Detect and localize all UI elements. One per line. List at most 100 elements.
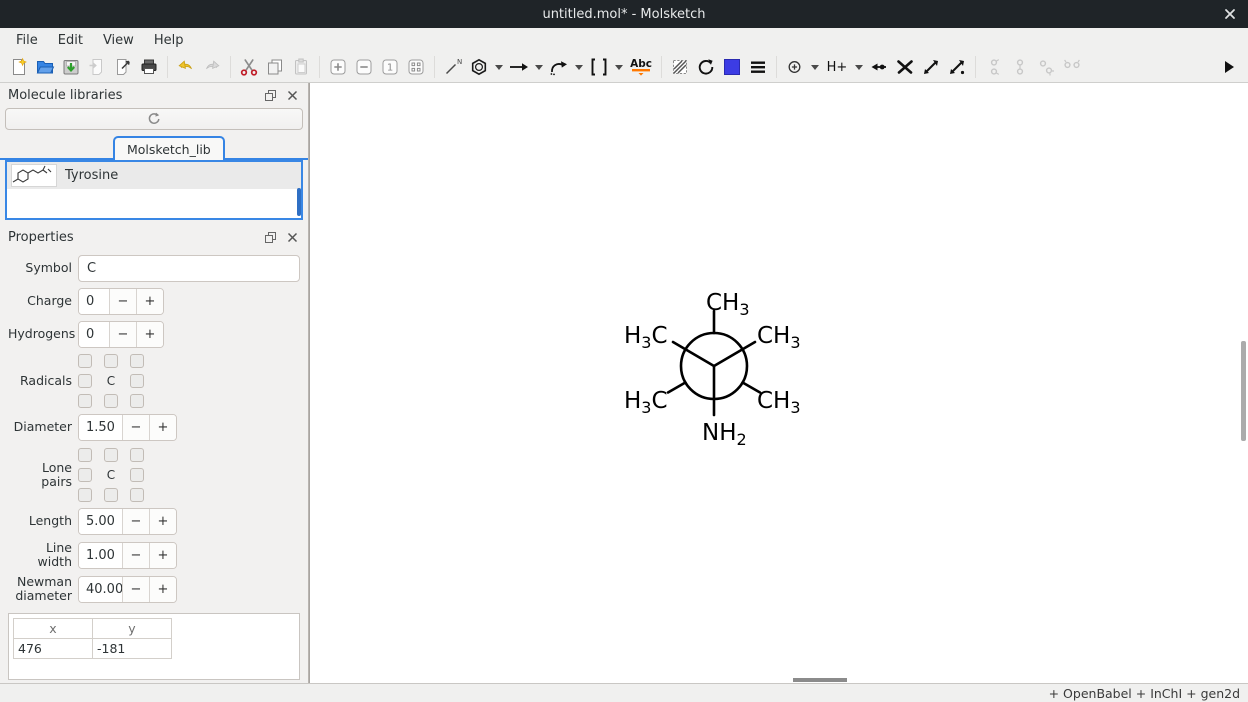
library-scrollbar[interactable] (297, 188, 301, 216)
line-width-button[interactable] (745, 54, 771, 80)
lone-pair-checkbox[interactable] (130, 448, 144, 462)
coord-cell-y[interactable]: -181 (92, 638, 172, 659)
align-horizontal-button[interactable] (1059, 54, 1085, 80)
tool-flip-a-button[interactable] (918, 54, 944, 80)
library-panel-close-button[interactable] (284, 88, 300, 102)
menu-view[interactable]: View (93, 30, 144, 51)
export-button[interactable] (110, 54, 136, 80)
insert-bracket-button[interactable] (586, 54, 612, 80)
zoom-fit-button[interactable] (403, 54, 429, 80)
charge-value[interactable]: 0 (79, 289, 109, 314)
properties-panel-float-button[interactable] (262, 230, 278, 244)
hydrogens-decrement-button[interactable]: − (109, 322, 136, 347)
hydrogen-button[interactable]: H+ (822, 54, 852, 80)
menu-edit[interactable]: Edit (48, 30, 93, 51)
zoom-original-button[interactable]: 1 (377, 54, 403, 80)
length-increment-button[interactable]: + (149, 509, 176, 534)
rotate-button[interactable] (693, 54, 719, 80)
line-width-value[interactable]: 1.00 (79, 543, 122, 568)
properties-panel-close-button[interactable] (284, 230, 300, 244)
drawing-canvas[interactable]: CH3 H3C CH3 H3C CH3 NH2 (309, 83, 1248, 683)
chevron-down-icon (615, 65, 623, 70)
coord-header-x: x (13, 618, 93, 639)
hatch-region-button[interactable] (667, 54, 693, 80)
open-file-button[interactable] (32, 54, 58, 80)
print-button[interactable] (136, 54, 162, 80)
undo-button[interactable] (173, 54, 199, 80)
align-stack-button[interactable] (1007, 54, 1033, 80)
tool-flip-b-button[interactable] (944, 54, 970, 80)
canvas-vertical-scrollbar[interactable] (1241, 341, 1246, 441)
coord-cell-x[interactable]: 476 (13, 638, 93, 659)
save-button[interactable] (58, 54, 84, 80)
length-decrement-button[interactable]: − (122, 509, 149, 534)
canvas-horizontal-scrollbar[interactable] (793, 678, 847, 682)
charge-decrement-button[interactable]: − (109, 289, 136, 314)
diameter-decrement-button[interactable]: − (122, 415, 149, 440)
lone-pair-checkbox[interactable] (104, 448, 118, 462)
ring-dropdown[interactable] (492, 54, 506, 80)
draw-bond-button[interactable]: N (440, 54, 466, 80)
charge-button[interactable] (782, 54, 808, 80)
align-diagonal-button[interactable] (1033, 54, 1059, 80)
line-width-increment-button[interactable]: + (149, 543, 176, 568)
library-panel-float-button[interactable] (262, 88, 278, 102)
charge-dropdown[interactable] (808, 54, 822, 80)
diameter-increment-button[interactable]: + (149, 415, 176, 440)
lone-pair-checkbox[interactable] (78, 488, 92, 502)
zoom-in-button[interactable] (325, 54, 351, 80)
charge-increment-button[interactable]: + (136, 289, 163, 314)
lone-pair-checkbox[interactable] (130, 488, 144, 502)
reaction-arrow-button[interactable] (506, 54, 532, 80)
radical-checkbox[interactable] (104, 354, 118, 368)
toolbar-overflow-button[interactable] (1216, 54, 1242, 80)
tab-molsketch-lib[interactable]: Molsketch_lib (113, 136, 225, 160)
diameter-value[interactable]: 1.50 (79, 415, 122, 440)
ring-icon (469, 57, 489, 77)
lone-pair-checkbox[interactable] (78, 468, 92, 482)
cut-button[interactable] (236, 54, 262, 80)
lone-pair-checkbox[interactable] (104, 488, 118, 502)
lone-pair-checkbox[interactable] (130, 468, 144, 482)
redo-button[interactable] (199, 54, 225, 80)
length-value[interactable]: 5.00 (79, 509, 122, 534)
align-vertical-button[interactable] (981, 54, 1007, 80)
library-refresh-button[interactable] (5, 108, 303, 130)
radical-checkbox[interactable] (78, 354, 92, 368)
radical-checkbox[interactable] (78, 374, 92, 388)
insert-ring-button[interactable] (466, 54, 492, 80)
hydrogens-increment-button[interactable]: + (136, 322, 163, 347)
radical-checkbox[interactable] (130, 394, 144, 408)
list-item-tyrosine[interactable]: Tyrosine (7, 162, 301, 189)
bracket-dropdown[interactable] (612, 54, 626, 80)
insert-text-button[interactable]: Abc (626, 54, 656, 80)
copy-button[interactable] (262, 54, 288, 80)
newman-diameter-increment-button[interactable]: + (149, 577, 176, 602)
delete-button[interactable] (892, 54, 918, 80)
reaction-arrow-dropdown[interactable] (532, 54, 546, 80)
newman-diameter-decrement-button[interactable]: − (122, 577, 149, 602)
radical-checkbox[interactable] (78, 394, 92, 408)
radical-checkbox[interactable] (130, 374, 144, 388)
lone-pair-checkbox[interactable] (78, 448, 92, 462)
newman-diameter-value[interactable]: 40.00 (79, 577, 122, 602)
zoom-out-button[interactable] (351, 54, 377, 80)
radical-checkbox[interactable] (104, 394, 118, 408)
hydrogens-value[interactable]: 0 (79, 322, 109, 347)
menu-file[interactable]: File (6, 30, 48, 51)
connect-button[interactable] (866, 54, 892, 80)
hydrogen-dropdown[interactable] (852, 54, 866, 80)
menu-help[interactable]: Help (144, 30, 194, 51)
window-close-button[interactable] (1220, 4, 1240, 24)
mechanism-arrow-dropdown[interactable] (572, 54, 586, 80)
length-stepper: 5.00 − + (78, 508, 177, 535)
new-file-button[interactable] (6, 54, 32, 80)
chevron-down-icon (575, 65, 583, 70)
line-width-decrement-button[interactable]: − (122, 543, 149, 568)
paste-button[interactable] (288, 54, 314, 80)
import-button[interactable] (84, 54, 110, 80)
mechanism-arrow-button[interactable] (546, 54, 572, 80)
symbol-input[interactable] (78, 255, 300, 282)
color-picker-button[interactable] (719, 54, 745, 80)
radical-checkbox[interactable] (130, 354, 144, 368)
